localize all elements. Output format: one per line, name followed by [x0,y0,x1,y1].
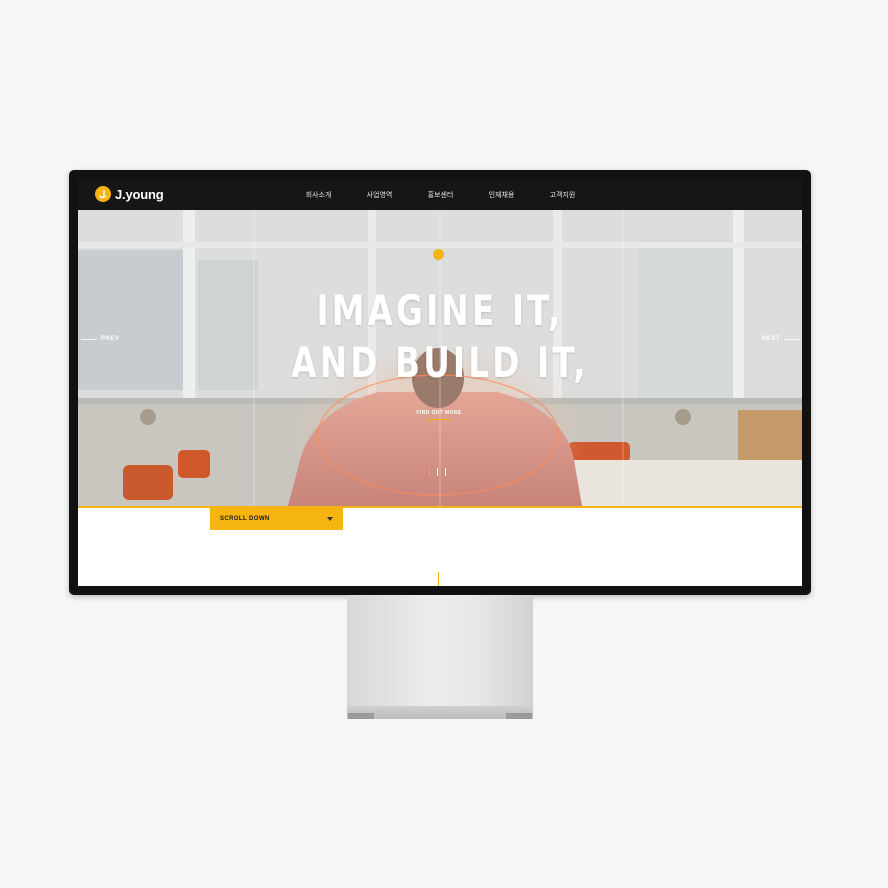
next-line-icon [784,338,800,340]
scroll-guide-line [438,572,439,586]
slide-indicator [429,468,446,476]
next-slide-button[interactable]: NEXT [762,336,800,342]
main-menu: 회사소개 사업영역 홍보센터 인재채용 고객지원 [288,179,593,210]
website-screen: J.young 회사소개 사업영역 홍보센터 인재채용 고객지원 IMAGINE… [78,179,802,586]
logo-text: J.young [115,186,164,202]
nav-item-careers[interactable]: 인재채용 [471,190,532,200]
find-out-more-underline [426,419,452,420]
triangle-down-icon [327,517,333,521]
nav-item-about[interactable]: 회사소개 [288,190,349,200]
monitor-stand [347,595,533,708]
j-circle-icon [95,186,111,202]
nav-item-business[interactable]: 사업영역 [349,190,410,200]
scroll-down-button[interactable]: SCROLL DOWN [210,508,343,530]
monitor: J.young 회사소개 사업영역 홍보센터 인재채용 고객지원 IMAGINE… [69,170,811,595]
hero-banner: IMAGINE IT, AND BUILD IT, PREV NEXT FIND… [78,210,802,506]
hero-headline-line-2: AND BUILD IT, [291,338,589,387]
hero-logo-mark-icon [433,249,444,260]
stand-foot-left [348,713,374,719]
slide-dot-3[interactable] [445,468,446,476]
site-logo[interactable]: J.young [95,186,164,202]
hero-bottom-accent-line [78,506,802,508]
top-navbar: J.young 회사소개 사업영역 홍보센터 인재채용 고객지원 [78,179,802,210]
stand-foot-right [506,713,532,719]
slide-dot-2[interactable] [437,468,438,476]
nav-item-pr-center[interactable]: 홍보센터 [410,190,471,200]
find-out-more-label: FIND OUT MORE [416,410,462,416]
scroll-down-label: SCROLL DOWN [220,516,270,522]
find-out-more-link[interactable]: FIND OUT MORE [406,410,472,420]
prev-slide-button[interactable]: PREV [81,336,119,342]
hero-headline-line-1: IMAGINE IT, [316,286,564,335]
next-label: NEXT [761,336,780,342]
prev-line-icon [81,338,97,340]
slide-dot-1[interactable] [429,468,430,476]
nav-item-support[interactable]: 고객지원 [532,190,593,200]
prev-label: PREV [101,336,120,342]
